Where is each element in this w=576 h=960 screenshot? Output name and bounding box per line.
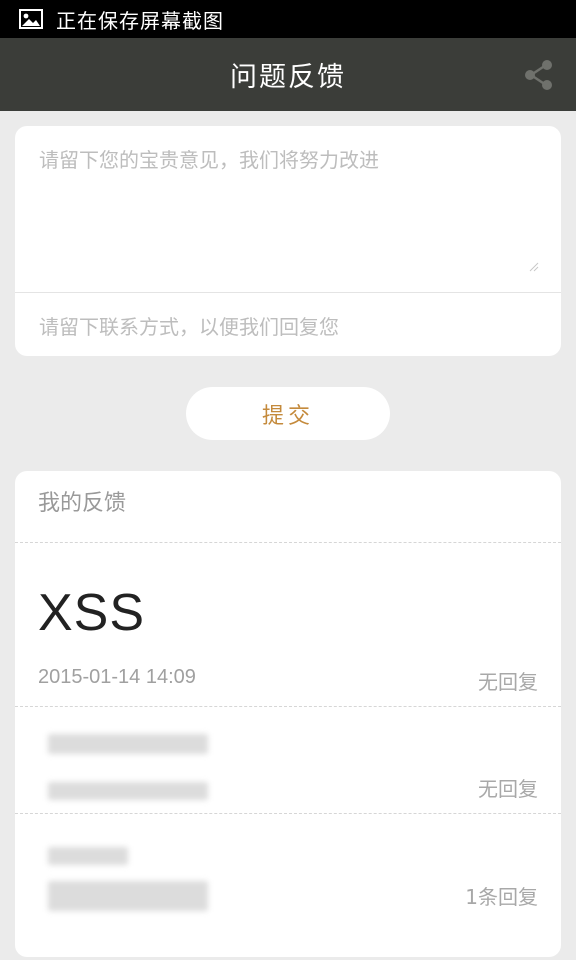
my-feedback-title: 我的反馈 <box>38 491 127 516</box>
feedback-placeholder: 请留下您的宝贵意见，我们将努力改进 <box>39 148 379 172</box>
page-title: 问题反馈 <box>230 62 346 93</box>
my-feedback-header: 我的反馈 <box>15 471 561 543</box>
title-bar: 问题反馈 <box>0 38 576 111</box>
contact-field[interactable]: 请留下联系方式，以便我们回复您 <box>39 311 339 340</box>
feedback-form-card: 请留下您的宝贵意见，我们将努力改进 请留下联系方式，以便我们回复您 <box>15 126 561 356</box>
feedback-textarea[interactable]: 请留下您的宝贵意见，我们将努力改进 <box>15 126 561 293</box>
feedback-title: XSS <box>38 584 146 642</box>
resize-handle-icon[interactable] <box>529 262 539 272</box>
redacted-title <box>48 734 208 754</box>
redacted-time <box>48 782 208 800</box>
status-text: 正在保存屏幕截图 <box>56 8 224 33</box>
image-icon <box>19 9 43 29</box>
status-bar: 正在保存屏幕截图 <box>0 0 576 38</box>
reply-status: 无回复 <box>478 777 538 801</box>
my-feedback-card: 我的反馈 XSS 2015-01-14 14:09 无回复 无回复 1条回复 <box>15 471 561 957</box>
reply-status: 1条回复 <box>465 885 538 909</box>
redacted-title <box>48 847 128 865</box>
feedback-time: 2015-01-14 14:09 <box>38 666 196 688</box>
submit-button[interactable]: 提交 <box>186 387 390 440</box>
list-item[interactable]: XSS 2015-01-14 14:09 无回复 <box>15 543 561 707</box>
reply-status: 无回复 <box>478 670 538 694</box>
share-icon[interactable] <box>522 58 556 92</box>
list-item[interactable]: 无回复 <box>15 707 561 814</box>
redacted-time <box>48 881 208 911</box>
list-item[interactable]: 1条回复 <box>15 814 561 944</box>
